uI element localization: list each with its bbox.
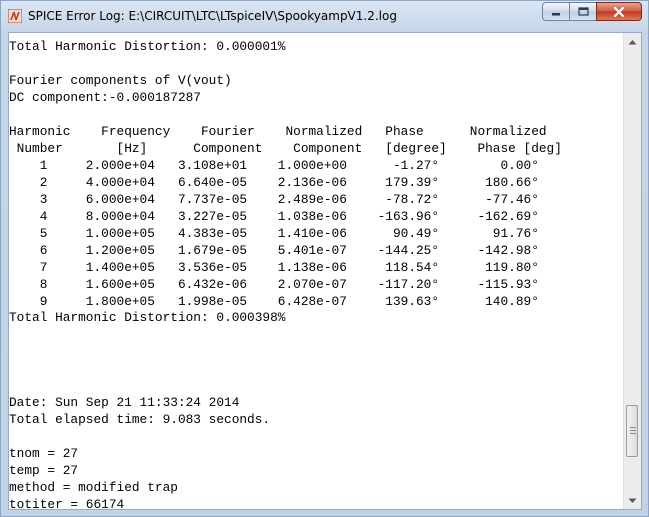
log-line: 1 2.000e+04 3.108e+01 1.000e+00 -1.27° 0… [9,157,539,173]
spice-error-log-window: SPICE Error Log: E:\CIRCUIT\LTC\LTspiceI… [0,0,649,517]
close-icon [613,6,625,17]
log-line: Date: Sun Sep 21 11:33:24 2014 [9,395,240,411]
maximize-button[interactable] [569,2,596,21]
log-line: 6 1.200e+05 1.679e-05 5.401e-07 -144.25°… [9,242,539,258]
log-line: 9 1.800e+05 9.629e-11 9.629e-11 116.67° … [9,33,623,39]
title-bar[interactable]: SPICE Error Log: E:\CIRCUIT\LTC\LTspiceI… [1,1,648,31]
maximize-icon [577,7,589,16]
log-line: Number [Hz] Component Component [degree]… [9,140,562,156]
log-line: totiter = 66174 [9,497,125,510]
ltspice-logo-icon[interactable] [7,8,23,24]
log-line: Total Harmonic Distortion: 0.000398% [9,310,286,326]
log-line: 9 1.800e+05 1.998e-05 6.428e-07 139.63° … [9,293,539,309]
scroll-up-button[interactable] [624,33,641,50]
log-line: 5 1.000e+05 4.383e-05 1.410e-06 90.49° 9… [9,225,539,241]
window-title: SPICE Error Log: E:\CIRCUIT\LTC\LTspiceI… [28,9,397,23]
log-line: Total Harmonic Distortion: 0.000001% [9,38,286,54]
log-line: Fourier components of V(vout) [9,72,232,88]
scroll-down-arrow-icon [628,498,637,503]
close-button[interactable] [596,2,642,21]
log-content: 9 1.800e+05 9.629e-11 9.629e-11 116.67° … [9,33,623,510]
minimize-icon [552,12,560,15]
log-line: 7 1.400e+05 3.536e-05 1.138e-06 118.54° … [9,259,539,275]
log-line: 4 8.000e+04 3.227e-05 1.038e-06 -163.96°… [9,208,539,224]
scroll-down-button[interactable] [624,492,641,509]
vertical-scrollbar[interactable] [623,33,641,509]
minimize-button[interactable] [542,2,569,21]
log-line: 8 1.600e+05 6.432e-06 2.070e-07 -117.20°… [9,276,539,292]
scrollbar-thumb[interactable] [626,405,638,457]
window-controls [542,2,642,21]
log-text-area[interactable]: 9 1.800e+05 9.629e-11 9.629e-11 116.67° … [8,32,642,510]
log-line: DC component:-0.000187287 [9,89,201,105]
scroll-up-arrow-icon [628,39,637,44]
log-line: method = modified trap [9,480,178,496]
log-line: tnom = 27 [9,446,79,462]
log-line: Harmonic Frequency Fourier Normalized Ph… [9,123,547,139]
log-line: Total elapsed time: 9.083 seconds. [9,412,271,428]
log-line: 2 4.000e+04 6.640e-05 2.136e-06 179.39° … [9,174,539,190]
log-line: 3 6.000e+04 7.737e-05 2.489e-06 -78.72° … [9,191,539,207]
log-line: temp = 27 [9,463,79,479]
